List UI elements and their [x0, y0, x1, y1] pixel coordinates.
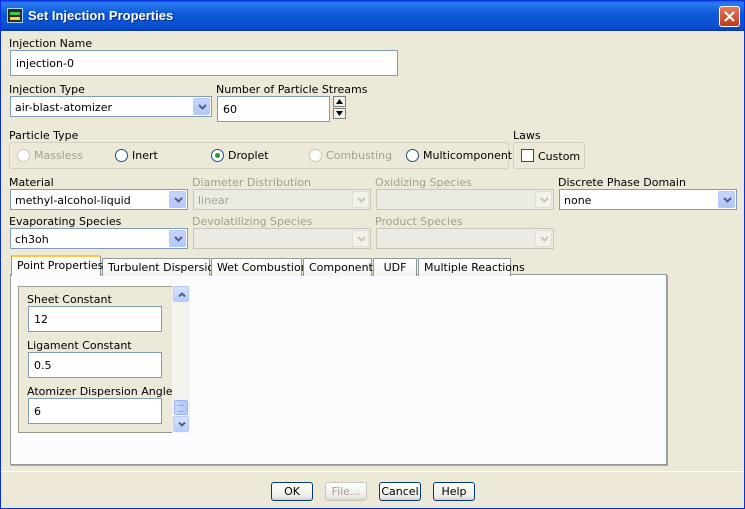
discrete-phase-domain-label: Discrete Phase Domain: [558, 176, 686, 189]
spin-up-button[interactable]: [333, 96, 346, 107]
injection-name-input[interactable]: injection-0: [10, 50, 398, 76]
chevron-down-icon[interactable]: [169, 191, 186, 208]
scroll-thumb[interactable]: [174, 400, 188, 415]
custom-label: Custom: [538, 150, 581, 163]
devolatilizing-species-label: Devolatilizing Species: [192, 215, 313, 228]
ligament-constant-label: Ligament Constant: [27, 339, 132, 352]
radio-massless-label: Massless: [34, 149, 83, 162]
tab-turbulent-dispersion[interactable]: Turbulent Dispersion: [102, 258, 221, 276]
tab-components[interactable]: Components: [303, 258, 379, 276]
discrete-phase-domain-value: none: [564, 194, 592, 207]
ligament-constant-input[interactable]: 0.5: [28, 352, 162, 378]
radio-circle: [309, 149, 322, 162]
material-label: Material: [9, 176, 54, 189]
scroll-up-button[interactable]: [173, 286, 189, 302]
radio-circle: [17, 149, 30, 162]
radio-circle: [115, 149, 128, 162]
sheet-constant-input[interactable]: 12: [28, 306, 162, 332]
discrete-phase-domain-dropdown[interactable]: none: [559, 189, 737, 210]
oxidizing-species-dropdown[interactable]: [376, 189, 554, 210]
oxidizing-species-label: Oxidizing Species: [375, 176, 472, 189]
radio-combusting-label: Combusting: [326, 149, 393, 162]
evaporating-species-label: Evaporating Species: [9, 215, 122, 228]
evaporating-species-dropdown[interactable]: ch3oh: [10, 228, 188, 249]
close-button[interactable]: [719, 6, 740, 27]
product-species-label: Product Species: [375, 215, 463, 228]
radio-droplet-label: Droplet: [228, 149, 269, 162]
help-button[interactable]: Help: [433, 482, 475, 501]
diameter-distribution-dropdown[interactable]: linear: [193, 189, 371, 210]
chevron-down-icon[interactable]: [535, 230, 552, 247]
evaporating-species-value: ch3oh: [15, 233, 49, 246]
diameter-distribution-label: Diameter Distribution: [192, 176, 312, 189]
file-button[interactable]: File...: [325, 482, 367, 501]
cancel-button[interactable]: Cancel: [379, 482, 421, 501]
button-bar-divider: [1, 471, 744, 472]
injection-name-label: Injection Name: [9, 37, 93, 50]
title-bar[interactable]: Set Injection Properties: [1, 1, 744, 31]
tab-wet-combustion[interactable]: Wet Combustion: [211, 258, 308, 276]
chevron-up-icon: [178, 292, 186, 297]
devolatilizing-species-dropdown[interactable]: [193, 228, 371, 249]
chevron-down-icon[interactable]: [718, 191, 735, 208]
particle-type-label: Particle Type: [9, 129, 79, 142]
injection-type-label: Injection Type: [9, 83, 85, 96]
sheet-constant-label: Sheet Constant: [27, 293, 112, 306]
ok-button[interactable]: OK: [271, 482, 313, 501]
arrow-down-icon: [336, 111, 343, 116]
chevron-down-icon: [178, 422, 186, 427]
app-icon: [7, 8, 23, 23]
set-injection-properties-dialog: Set Injection Properties Injection Name …: [0, 0, 745, 509]
chevron-down-icon[interactable]: [535, 191, 552, 208]
particle-streams-label: Number of Particle Streams: [216, 83, 368, 96]
atomizer-dispersion-angle-input[interactable]: 6: [28, 398, 162, 424]
radio-multicomponent-label: Multicomponent: [423, 149, 513, 162]
chevron-down-icon[interactable]: [193, 98, 210, 115]
diameter-distribution-value: linear: [198, 194, 230, 207]
scroll-down-button[interactable]: [173, 416, 189, 432]
vertical-scrollbar[interactable]: [172, 286, 190, 433]
tab-udf[interactable]: UDF: [373, 258, 417, 276]
particle-streams-input[interactable]: 60: [217, 96, 330, 122]
tab-point-properties[interactable]: Point Properties: [11, 255, 103, 276]
product-species-dropdown[interactable]: [376, 228, 554, 249]
radio-circle: [406, 149, 419, 162]
chevron-down-icon[interactable]: [169, 230, 186, 247]
material-dropdown[interactable]: methyl-alcohol-liquid: [10, 189, 188, 210]
spin-down-button[interactable]: [333, 108, 346, 119]
tab-multiple-reactions[interactable]: Multiple Reactions: [418, 258, 525, 276]
window-title: Set Injection Properties: [28, 8, 174, 23]
atomizer-dispersion-angle-label: Atomizer Dispersion Angle: [27, 385, 173, 398]
material-value: methyl-alcohol-liquid: [15, 194, 131, 207]
arrow-up-icon: [336, 99, 343, 104]
laws-label: Laws: [513, 129, 541, 142]
injection-type-value: air-blast-atomizer: [15, 101, 112, 114]
close-icon: [724, 11, 735, 22]
injection-type-dropdown[interactable]: air-blast-atomizer: [10, 96, 212, 117]
point-properties-scroll-area: Sheet Constant 12 Ligament Constant 0.5 …: [18, 286, 173, 433]
custom-checkbox[interactable]: [521, 149, 534, 162]
chevron-down-icon[interactable]: [352, 191, 369, 208]
radio-circle-checked: [211, 149, 224, 162]
chevron-down-icon[interactable]: [352, 230, 369, 247]
radio-inert-label: Inert: [132, 149, 158, 162]
